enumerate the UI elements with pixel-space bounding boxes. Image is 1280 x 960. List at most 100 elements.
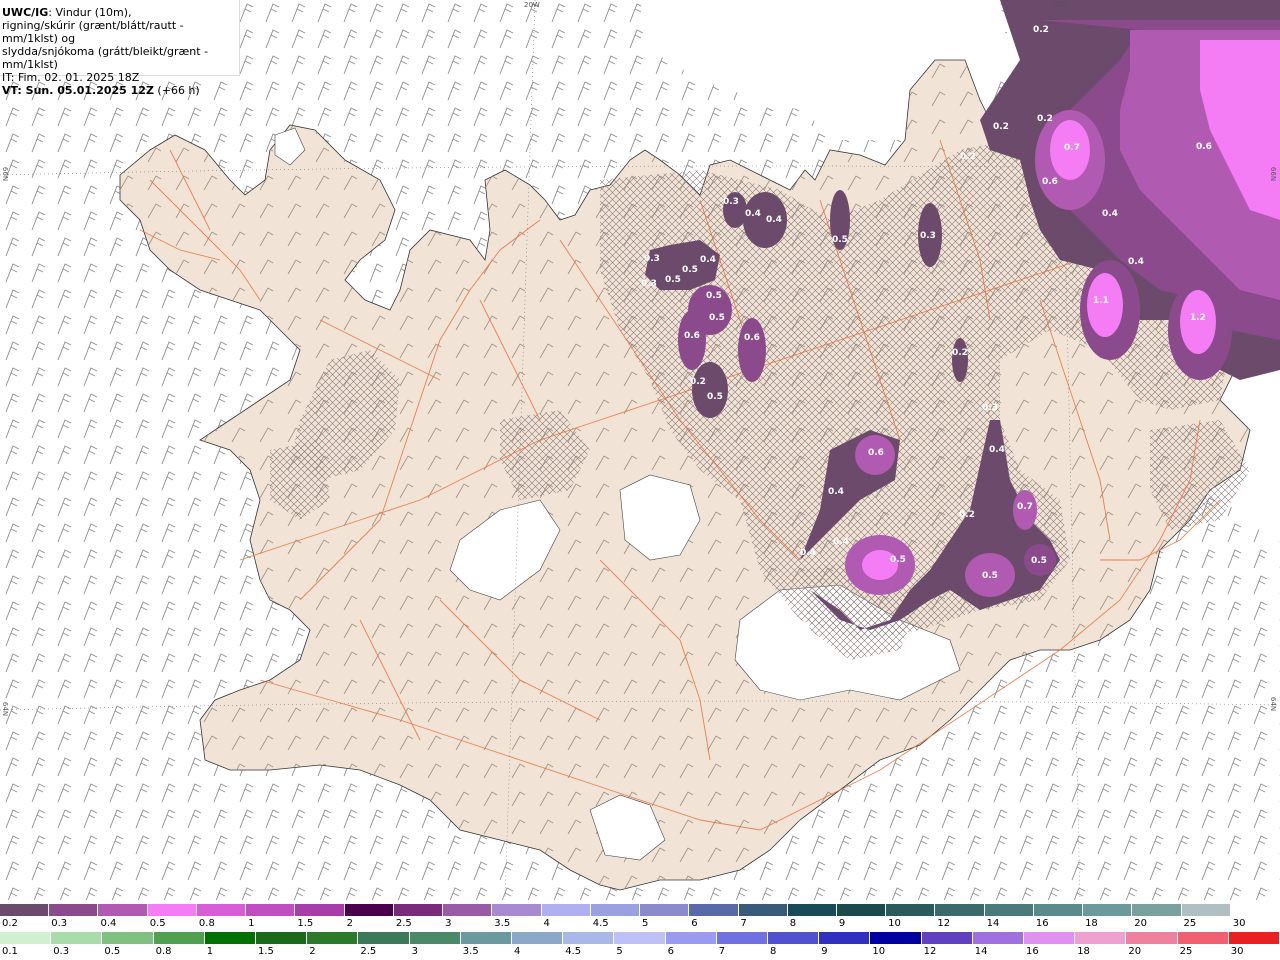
legend-label: 6 — [667, 946, 674, 957]
legend-swatch — [1230, 904, 1280, 916]
legend-label: 0.4 — [100, 918, 117, 929]
legend-swatch — [689, 904, 739, 916]
legend-label: 25 — [1183, 918, 1197, 929]
value-label: 0.4 — [745, 209, 761, 219]
header-line-3: slydda/snjókoma (grátt/bleikt/grænt - mm… — [2, 45, 209, 71]
legend-label: 3.5 — [462, 946, 479, 957]
value-label: 1.1 — [1093, 296, 1109, 306]
legend-swatch — [921, 932, 973, 944]
value-label: 1.2 — [1190, 313, 1206, 323]
legend-swatch — [768, 932, 820, 944]
legend-label: 20 — [1128, 946, 1142, 957]
legend-swatch — [787, 904, 837, 916]
valid-time: VT: Sun. 05.01.2025 12Z — [2, 84, 154, 97]
lat-label-64n-right: 64N — [1269, 696, 1278, 712]
legend-label: 9 — [838, 918, 846, 929]
value-label: 0.5 — [982, 571, 998, 581]
legend-rain-labels: 0.1 0.3 0.5 0.8 1 1.5 2 2.5 3 3.5 4 4.5 5 6 7 8 9 10 12 14 1… — [0, 946, 1280, 958]
legend-label: 2 — [309, 946, 316, 957]
legend-label: 30 — [1230, 946, 1244, 957]
value-label: 0.3 — [644, 254, 660, 264]
legend-swatch — [665, 932, 717, 944]
legend-swatch — [307, 932, 359, 944]
value-label: 0.2 — [690, 377, 706, 387]
legend-swatch — [1181, 904, 1231, 916]
legend-label: 2.5 — [395, 918, 412, 929]
legend-swatch — [204, 932, 257, 944]
legend-label: 0.3 — [51, 918, 68, 929]
legend-swatch — [358, 932, 410, 944]
value-label: 0.6 — [744, 333, 760, 343]
legend-swatch — [1132, 904, 1182, 916]
legend-label: 3 — [445, 918, 452, 929]
legend-swatch — [1024, 932, 1076, 944]
legend-swatch — [409, 932, 461, 944]
legend-label: 12 — [923, 946, 937, 957]
forecast-offset: (+66 h) — [153, 84, 200, 97]
legend-swatch — [98, 904, 148, 916]
legend-label: 4.5 — [592, 918, 609, 929]
legend-swatch — [49, 904, 99, 916]
legend-label: 18 — [1085, 918, 1098, 929]
legend-label: 14 — [986, 918, 1000, 929]
legend-label: 18 — [1077, 946, 1090, 957]
lon-label-20w: 20W — [524, 1, 540, 9]
header-line-2: rigning/skúrir (grænt/blátt/rautt - mm/1… — [2, 19, 184, 45]
legend-swatch — [614, 932, 666, 944]
lat-label-64n-left: 64N — [1, 701, 10, 717]
legend-label: 2.5 — [360, 946, 377, 957]
value-label: 0.5 — [832, 235, 848, 245]
legend-label: 0.2 — [2, 918, 18, 929]
value-label: 0.6 — [1042, 177, 1058, 187]
legend-label: 7 — [718, 946, 726, 957]
legend-swatch — [153, 932, 205, 944]
legend-label: 0.8 — [155, 946, 172, 957]
legend-swatch — [819, 932, 871, 944]
legend-swatch — [196, 904, 247, 916]
value-label: 0.2 — [959, 510, 975, 520]
legend-label: 5 — [616, 946, 623, 957]
legend-swatch — [935, 904, 985, 916]
value-label: 0.3 — [641, 279, 657, 289]
legend-swatch — [256, 932, 308, 944]
value-label: 0.2 — [1037, 114, 1053, 124]
header-line-5: VT: Sun. 05.01.2025 12Z (+66 h) — [2, 84, 239, 97]
value-label: 0.4 — [766, 215, 782, 225]
legend-label: 20 — [1134, 918, 1148, 929]
header-line-1: UWC/IG: Vindur (10m), — [2, 6, 239, 19]
value-label: 0.4 — [828, 487, 844, 497]
value-label: 0.4 — [833, 537, 849, 547]
legend-label: 25 — [1179, 946, 1193, 957]
value-label: 0.2 — [960, 152, 976, 162]
legend-swatch — [295, 904, 345, 916]
legend-swatch — [738, 904, 788, 916]
legend-swatch — [443, 904, 493, 916]
legend-label: 8 — [789, 918, 797, 929]
value-label: 0.3 — [982, 403, 998, 413]
legend-label: 10 — [872, 946, 886, 957]
legend-label: 1 — [248, 918, 255, 929]
legend-swatch — [1228, 932, 1280, 944]
legend-label: 4 — [514, 946, 521, 957]
legend-swatch — [1126, 932, 1178, 944]
legend-swatch — [590, 904, 641, 916]
legend-swatch — [460, 932, 513, 944]
legend-swatch — [147, 904, 197, 916]
legend-swatch — [836, 904, 887, 916]
value-label: 0.5 — [709, 313, 725, 323]
value-label: 0.4 — [800, 548, 816, 558]
legend-label: 3.5 — [494, 918, 511, 929]
value-label: 0.6 — [868, 448, 884, 458]
legend-swatch — [541, 904, 591, 916]
legend-swatch — [1033, 904, 1084, 916]
value-label: 0.2 — [993, 122, 1009, 132]
legend-swatch — [512, 932, 564, 944]
legend-snow-colorbar — [0, 904, 1280, 916]
map-header: UWC/IG: Vindur (10m), rigning/skúrir (gr… — [0, 0, 240, 97]
legend-label: 5 — [642, 918, 649, 929]
product-name: UWC/IG — [2, 6, 49, 19]
legend-label: 6 — [691, 918, 698, 929]
legend-label: 16 — [1035, 918, 1049, 929]
legend-swatch — [393, 904, 444, 916]
legend-label: 14 — [974, 946, 988, 957]
